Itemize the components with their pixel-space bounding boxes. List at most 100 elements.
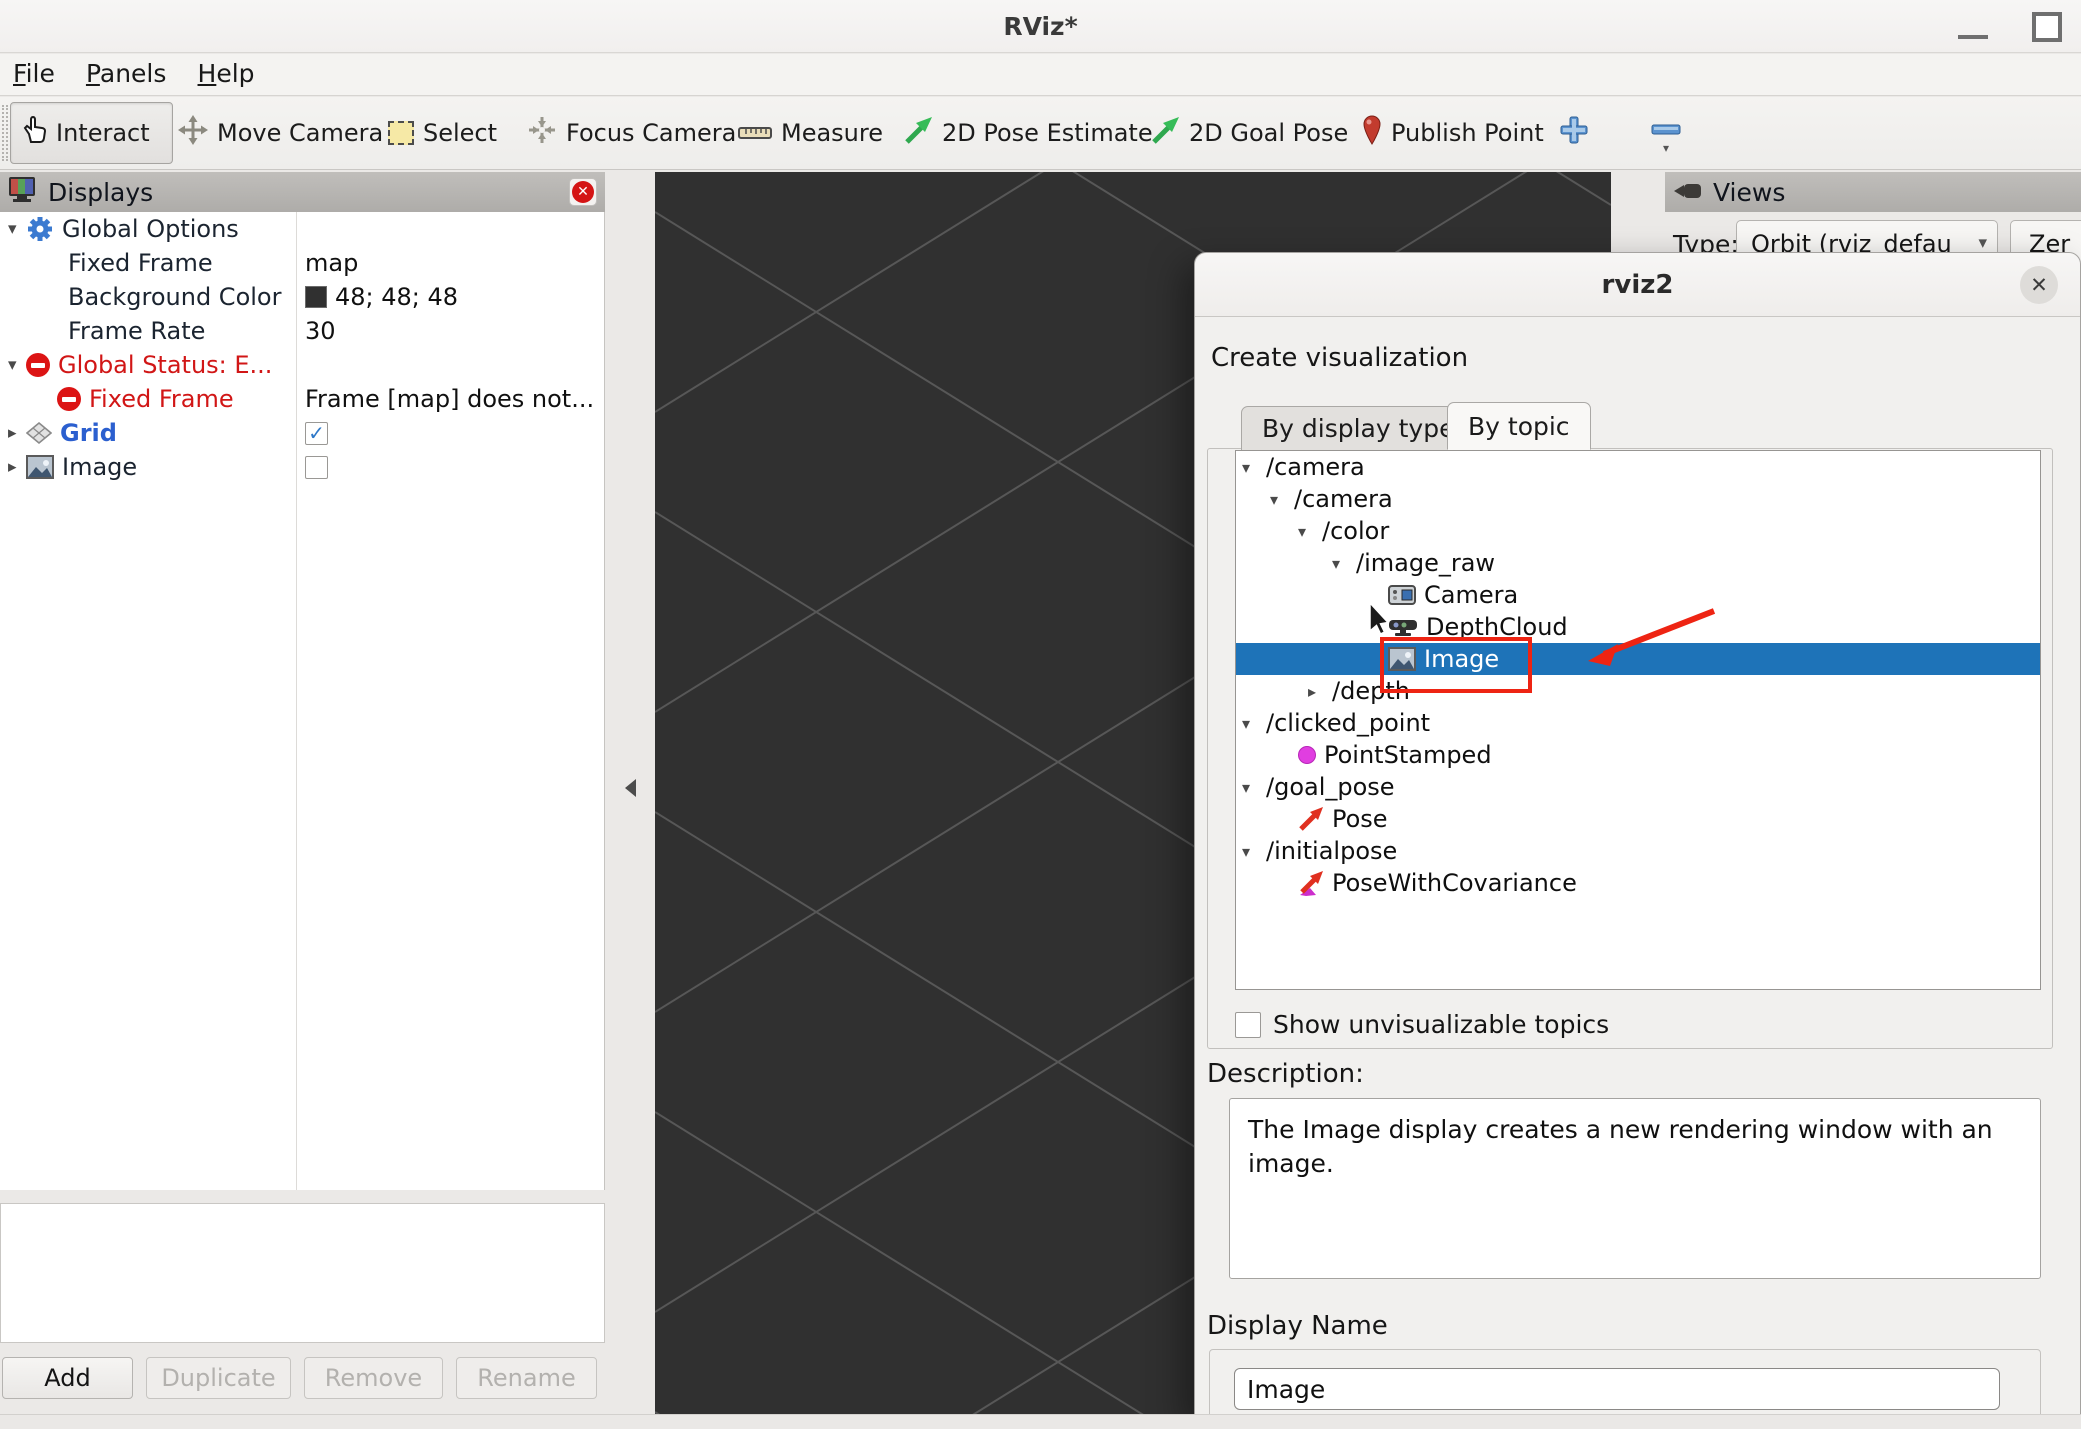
image-checkbox[interactable]: [305, 456, 328, 479]
publish-point-button[interactable]: Publish Point: [1362, 115, 1544, 151]
displays-panel-title: Displays: [48, 178, 153, 207]
row-grid[interactable]: ▸ Grid: [0, 416, 604, 450]
expand-arrow-icon[interactable]: ▾: [1242, 778, 1266, 797]
remove-label: Remove: [325, 1364, 422, 1392]
expand-arrow-icon[interactable]: ▾: [0, 355, 26, 375]
move-camera-button[interactable]: Move Camera: [178, 115, 383, 151]
expand-arrow-icon[interactable]: ▾: [0, 219, 26, 239]
show-unvisualizable-label: Show unvisualizable topics: [1273, 1010, 1609, 1039]
topic-clicked-point[interactable]: ▾ /clicked_point: [1236, 707, 2040, 739]
background-color-value[interactable]: 48; 48; 48: [305, 280, 458, 314]
close-icon: [572, 181, 594, 203]
tab-by-topic[interactable]: By topic: [1447, 402, 1591, 450]
show-unvisualizable-checkbox[interactable]: [1235, 1012, 1261, 1038]
status-bar: [0, 1414, 2081, 1429]
display-image-selected[interactable]: Image: [1236, 643, 2040, 675]
goal-pose-label: 2D Goal Pose: [1189, 119, 1348, 147]
display-depthcloud[interactable]: DepthCloud: [1236, 611, 2040, 643]
panel-collapse-arrow-icon[interactable]: [625, 779, 636, 797]
menu-panels[interactable]: Panels: [73, 54, 179, 88]
row-image[interactable]: ▸ Image: [0, 450, 604, 484]
grid-checkbox[interactable]: [305, 422, 328, 445]
views-camera-icon: [1673, 178, 1703, 207]
topic-label: /image_raw: [1356, 549, 1495, 577]
display-pose[interactable]: Pose: [1236, 803, 2040, 835]
remove-button[interactable]: Remove: [304, 1357, 443, 1399]
expand-arrow-icon[interactable]: ▾: [1242, 458, 1266, 477]
topic-tree: ▾ /camera ▾ /camera ▾ /color ▾ /image_ra…: [1235, 450, 2041, 990]
dialog-close-button[interactable]: [2020, 266, 2058, 304]
display-camera[interactable]: Camera: [1236, 579, 2040, 611]
row-fixed-frame[interactable]: Fixed Frame map: [0, 246, 604, 280]
goal-pose-button[interactable]: 2D Goal Pose: [1150, 115, 1348, 151]
display-posewithcovariance[interactable]: PoseWithCovariance: [1236, 867, 2040, 899]
interact-button[interactable]: Interact: [10, 102, 173, 164]
map-pin-icon: [1362, 115, 1382, 151]
rename-button[interactable]: Rename: [456, 1357, 597, 1399]
row-label: Fixed Frame: [68, 249, 213, 277]
row-frame-rate[interactable]: Frame Rate 30: [0, 314, 604, 348]
topic-depth[interactable]: ▸ /depth: [1236, 675, 2040, 707]
row-background-color[interactable]: Background Color 48; 48; 48: [0, 280, 604, 314]
expand-arrow-icon[interactable]: ▾: [1242, 714, 1266, 733]
chevron-down-icon: [1978, 233, 1987, 253]
gear-icon: [26, 215, 54, 243]
expand-arrow-icon[interactable]: ▸: [1308, 682, 1332, 701]
measure-label: Measure: [781, 119, 883, 147]
select-button[interactable]: Select: [388, 119, 497, 147]
topic-image-raw[interactable]: ▾ /image_raw: [1236, 547, 2040, 579]
focus-camera-button[interactable]: Focus Camera: [527, 115, 736, 151]
green-arrow-icon: [903, 115, 933, 151]
menu-file[interactable]: File: [0, 54, 68, 88]
display-label: PoseWithCovariance: [1332, 869, 1577, 897]
row-global-options[interactable]: ▾ Global Options: [0, 212, 604, 246]
duplicate-button[interactable]: Duplicate: [146, 1357, 291, 1399]
row-label: Background Color: [68, 283, 281, 311]
expand-arrow-icon[interactable]: ▾: [1242, 842, 1266, 861]
display-name-input[interactable]: [1234, 1368, 2000, 1410]
frame-rate-value[interactable]: 30: [305, 314, 336, 348]
expand-arrow-icon[interactable]: ▾: [1270, 490, 1294, 509]
row-label: Image: [62, 453, 137, 481]
dialog-title-bar[interactable]: rviz2: [1195, 253, 2080, 317]
depthcloud-icon: [1388, 617, 1418, 637]
add-button[interactable]: Add: [2, 1357, 133, 1399]
add-tool-button[interactable]: [1558, 114, 1590, 152]
tab-by-display-type[interactable]: By display type: [1241, 406, 1475, 451]
create-visualization-dialog: rviz2 Create visualization By display ty…: [1194, 252, 2081, 1417]
expand-arrow-icon[interactable]: ▸: [0, 457, 26, 477]
topic-goal-pose[interactable]: ▾ /goal_pose: [1236, 771, 2040, 803]
pose-estimate-label: 2D Pose Estimate: [942, 119, 1153, 147]
pose-arrow-icon: [1298, 806, 1324, 832]
expand-arrow-icon[interactable]: ▸: [0, 423, 26, 443]
measure-button[interactable]: Measure: [738, 119, 883, 147]
views-panel-header[interactable]: Views: [1665, 172, 2081, 212]
minimize-icon[interactable]: [1958, 35, 1988, 39]
move-camera-icon: [178, 115, 208, 151]
show-unvisualizable-row[interactable]: Show unvisualizable topics: [1235, 1010, 1609, 1039]
select-box-icon: [388, 121, 414, 145]
title-bar[interactable]: RViz*: [0, 0, 2081, 53]
expand-arrow-icon[interactable]: ▾: [1332, 554, 1356, 573]
menu-help[interactable]: Help: [185, 54, 268, 88]
topic-camera[interactable]: ▾ /camera: [1236, 451, 2040, 483]
grid-icon: [26, 421, 52, 445]
displays-monitor-icon: [8, 176, 38, 209]
maximize-icon[interactable]: [2032, 12, 2062, 42]
fixed-frame-value[interactable]: map: [305, 246, 358, 280]
toolbar-handle[interactable]: [2, 105, 8, 161]
pose-estimate-button[interactable]: 2D Pose Estimate: [903, 115, 1153, 151]
remove-tool-button[interactable]: ▾: [1650, 114, 1682, 152]
displays-panel-header[interactable]: Displays: [0, 172, 605, 212]
plus-icon: [1558, 114, 1590, 152]
display-pointstamped[interactable]: PointStamped: [1236, 739, 2040, 771]
expand-arrow-icon[interactable]: ▾: [1298, 522, 1322, 541]
topic-camera-sub[interactable]: ▾ /camera: [1236, 483, 2040, 515]
row-global-status[interactable]: ▾ Global Status: E...: [0, 348, 604, 382]
topic-color[interactable]: ▾ /color: [1236, 515, 2040, 547]
error-icon: [26, 353, 50, 377]
close-panel-button[interactable]: [569, 178, 597, 206]
row-fixed-frame-error[interactable]: Fixed Frame Frame [map] does not...: [0, 382, 604, 416]
dialog-heading: Create visualization: [1211, 343, 1468, 373]
topic-initialpose[interactable]: ▾ /initialpose: [1236, 835, 2040, 867]
